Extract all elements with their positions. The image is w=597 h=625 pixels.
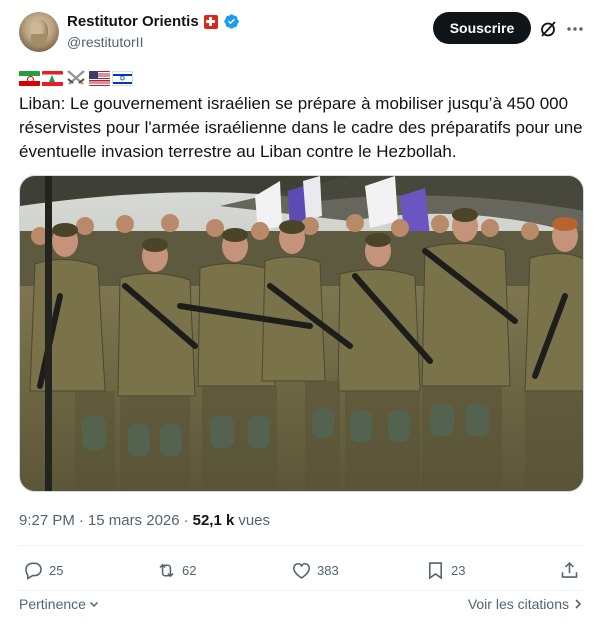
chevron-right-icon: [575, 599, 582, 609]
divider: [19, 590, 584, 591]
share-icon: [561, 561, 578, 578]
lebanon-flag-icon: [42, 70, 63, 86]
bookmark-count: 23: [451, 563, 466, 578]
relevance-label: Pertinence: [19, 596, 86, 612]
crossed-swords-icon: [67, 70, 85, 85]
views-count: 52,1 k: [192, 512, 235, 529]
grok-slash-icon[interactable]: [538, 19, 558, 39]
repost-icon: [159, 563, 174, 578]
views-label: vues: [238, 512, 271, 529]
view-quotes-link[interactable]: Voir les citations: [468, 596, 583, 612]
soldiers-photo-illustration: [20, 176, 583, 491]
like-count: 383: [317, 563, 339, 578]
heart-icon: [293, 562, 310, 579]
emoji-flags-row: [19, 69, 133, 87]
reply-icon: [25, 562, 42, 580]
tweet-meta: 9:27 PM · 15 mars 2026 · 52,1 k vues: [19, 512, 270, 529]
reply-button[interactable]: 25: [23, 560, 63, 581]
chevron-down-icon: [89, 601, 98, 608]
tweet-card: Restitutor Orientis @restitutorII Souscr…: [0, 0, 597, 625]
like-button[interactable]: 383: [291, 560, 339, 581]
view-quotes-label: Voir les citations: [467, 596, 569, 612]
usa-flag-icon: [89, 70, 110, 86]
reply-count: 25: [49, 563, 64, 578]
verified-badge-icon[interactable]: [223, 13, 240, 30]
author-handle[interactable]: @restitutorII: [67, 34, 143, 50]
iran-flag-icon: [19, 70, 40, 86]
swiss-flag-icon: [203, 14, 218, 29]
bookmark-icon: [429, 562, 442, 580]
avatar[interactable]: [19, 12, 59, 52]
meta-separator: ·: [183, 512, 189, 529]
author-name[interactable]: Restitutor Orientis: [67, 13, 199, 30]
tweet-text: Liban: Le gouvernement israélien se prép…: [19, 94, 583, 161]
avatar-beard: [31, 34, 47, 46]
israel-flag-icon: [112, 70, 133, 86]
bookmark-button[interactable]: 23: [425, 560, 465, 581]
subscribe-button[interactable]: Souscrire: [433, 12, 531, 44]
share-button[interactable]: [559, 560, 580, 581]
action-bar: 25 62 383 23: [19, 560, 584, 586]
meta-separator: ·: [78, 512, 84, 529]
tweet-date[interactable]: 15 mars 2026: [88, 512, 180, 529]
relevance-sort-button[interactable]: Pertinence: [19, 596, 100, 612]
more-dots-icon[interactable]: [565, 19, 585, 39]
divider: [19, 545, 584, 546]
author-name-row: Restitutor Orientis: [67, 13, 240, 30]
tweet-time[interactable]: 9:27 PM: [19, 512, 75, 529]
repost-button[interactable]: 62: [156, 560, 196, 581]
tweet-photo[interactable]: [19, 175, 584, 492]
repost-count: 62: [182, 563, 197, 578]
